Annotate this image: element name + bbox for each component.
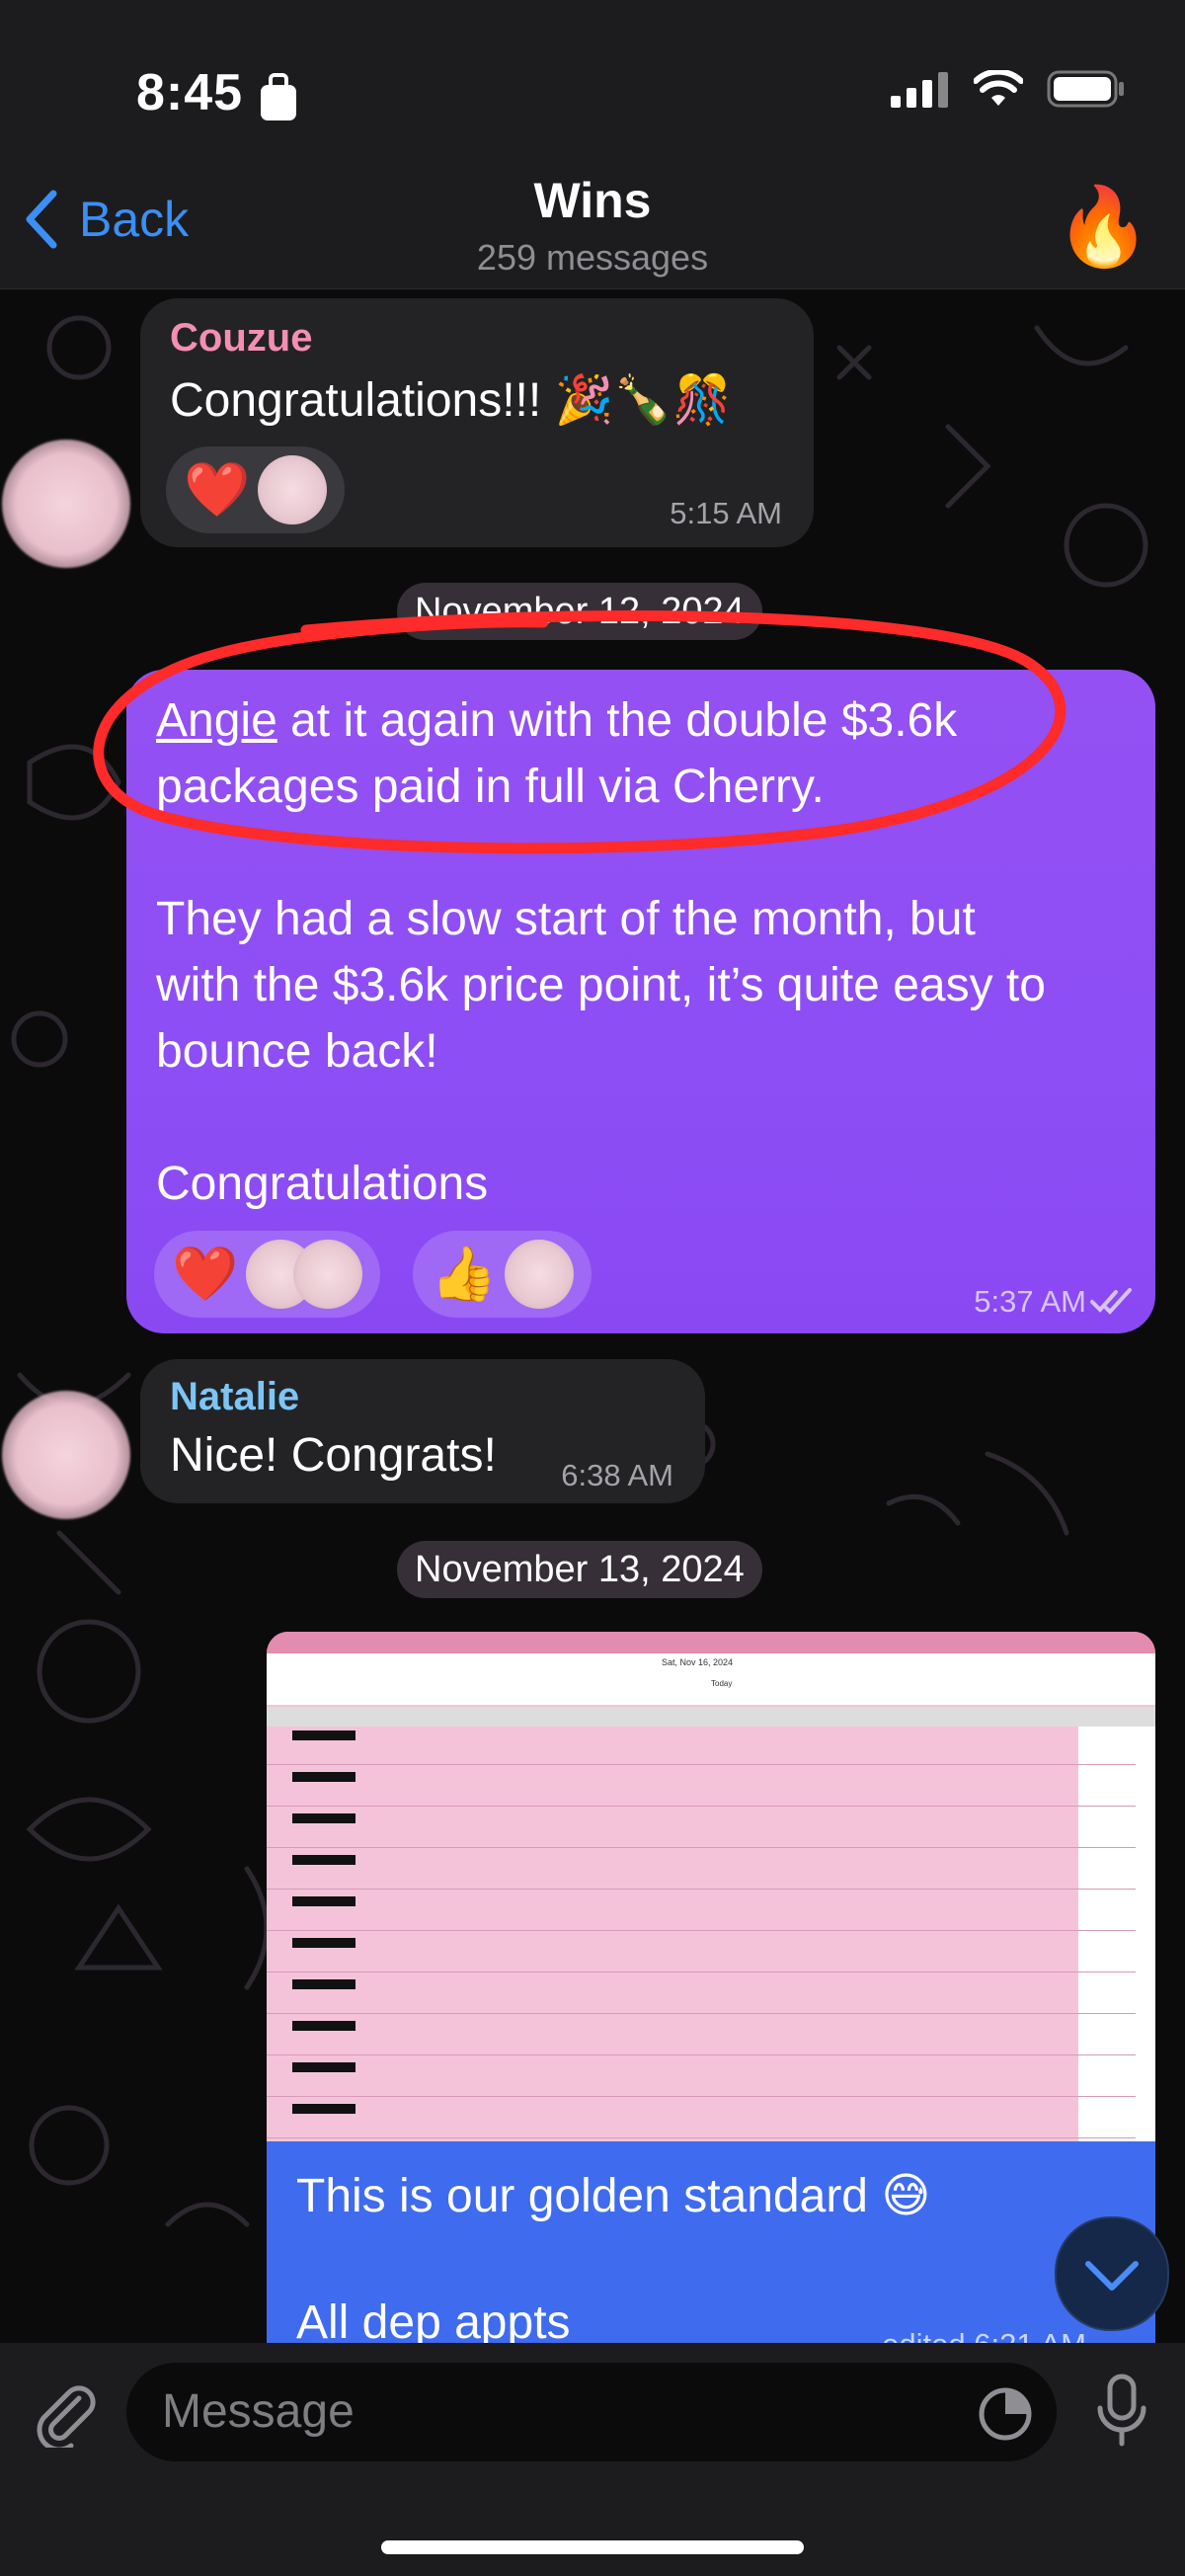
home-indicator (381, 2540, 804, 2554)
screenshot-navbar (267, 1632, 1155, 1653)
message-time: 5:15 AM (670, 496, 782, 530)
screenshot-row (267, 2017, 1136, 2055)
heart-icon: ❤️ (172, 1244, 239, 1304)
double-check-icon (1090, 1288, 1132, 1315)
paperclip-icon[interactable] (30, 2378, 99, 2448)
screenshot-today: Today (711, 1679, 733, 1688)
chat-title: Wins (533, 173, 652, 228)
chat-header: Back Wins 259 messages 🔥 (0, 173, 1185, 289)
annotation-circle (93, 610, 1066, 854)
cellular-signal-icon (891, 72, 948, 108)
screenshot-row (267, 1810, 1136, 1848)
avatar-natalie[interactable] (2, 1391, 130, 1519)
reaction-heart[interactable]: ❤️ (154, 1231, 381, 1318)
screenshot-row (267, 2058, 1136, 2097)
battery-icon (1047, 70, 1124, 108)
avatar-couzue[interactable] (2, 440, 130, 568)
screenshot-row (267, 1934, 1136, 1972)
date-separator: November 13, 2024 (397, 1541, 762, 1598)
message-bubble-natalie[interactable]: Natalie Nice! Congrats! 6:38 AM (140, 1359, 705, 1503)
screenshot-row (267, 1892, 1136, 1931)
message-bubble-golden-standard[interactable]: This is our golden standard 😅 All dep ap… (267, 2141, 1155, 2362)
heart-icon: ❤️ (184, 459, 251, 520)
screenshot-row (267, 2100, 1136, 2138)
screenshot-row (267, 1851, 1136, 1890)
status-bar: 8:45 (0, 0, 1185, 178)
microphone-icon[interactable] (1092, 2373, 1151, 2452)
message-time: 5:37 AM (974, 1284, 1086, 1319)
sender-name[interactable]: Couzue (170, 316, 312, 361)
screenshot-row (267, 1975, 1136, 2014)
message-text: Nice! Congrats! (170, 1429, 497, 1482)
screenshot-row (267, 1768, 1136, 1807)
reactor-avatar (258, 455, 328, 524)
status-time: 8:45 (136, 64, 244, 121)
sender-name[interactable]: Natalie (170, 1375, 299, 1419)
reaction-heart[interactable]: ❤️ (166, 446, 346, 533)
chat-avatar-fire-icon[interactable]: 🔥 (1056, 182, 1151, 273)
screenshot-column-header (267, 1707, 1155, 1727)
reaction-thumbs-up[interactable]: 👍 (413, 1231, 592, 1318)
attached-calendar-screenshot[interactable]: Sat, Nov 16, 2024 Today (267, 1632, 1155, 2141)
screenshot-row (267, 1727, 1136, 1765)
reactor-avatar (505, 1240, 575, 1309)
message-count: 259 messages (476, 237, 709, 278)
message-bubble-couzue[interactable]: Couzue Congratulations!!! 🎉🍾🎊 ❤️ 5:15 AM (140, 298, 814, 547)
chevron-down-icon (1085, 2261, 1139, 2291)
lock-icon (261, 73, 296, 121)
wifi-icon (974, 70, 1023, 106)
message-placeholder: Message (162, 2385, 355, 2438)
sticker-icon[interactable] (976, 2384, 1035, 2444)
reactor-avatar (293, 1240, 363, 1309)
message-text: This is our golden standard 😅 (296, 2170, 931, 2222)
message-time: 6:38 AM (561, 1458, 673, 1492)
scroll-to-bottom-button[interactable] (1055, 2216, 1169, 2331)
screenshot-date: Sat, Nov 16, 2024 (662, 1657, 734, 1667)
screenshot-toolbar: Sat, Nov 16, 2024 Today (267, 1653, 1155, 1705)
message-text: Congratulations!!! 🎉🍾🎊 (170, 374, 732, 427)
thumbs-up-icon: 👍 (431, 1244, 498, 1304)
chat-title-area[interactable]: Wins 259 messages (0, 172, 1185, 279)
message-input[interactable]: Message (126, 2363, 1057, 2461)
